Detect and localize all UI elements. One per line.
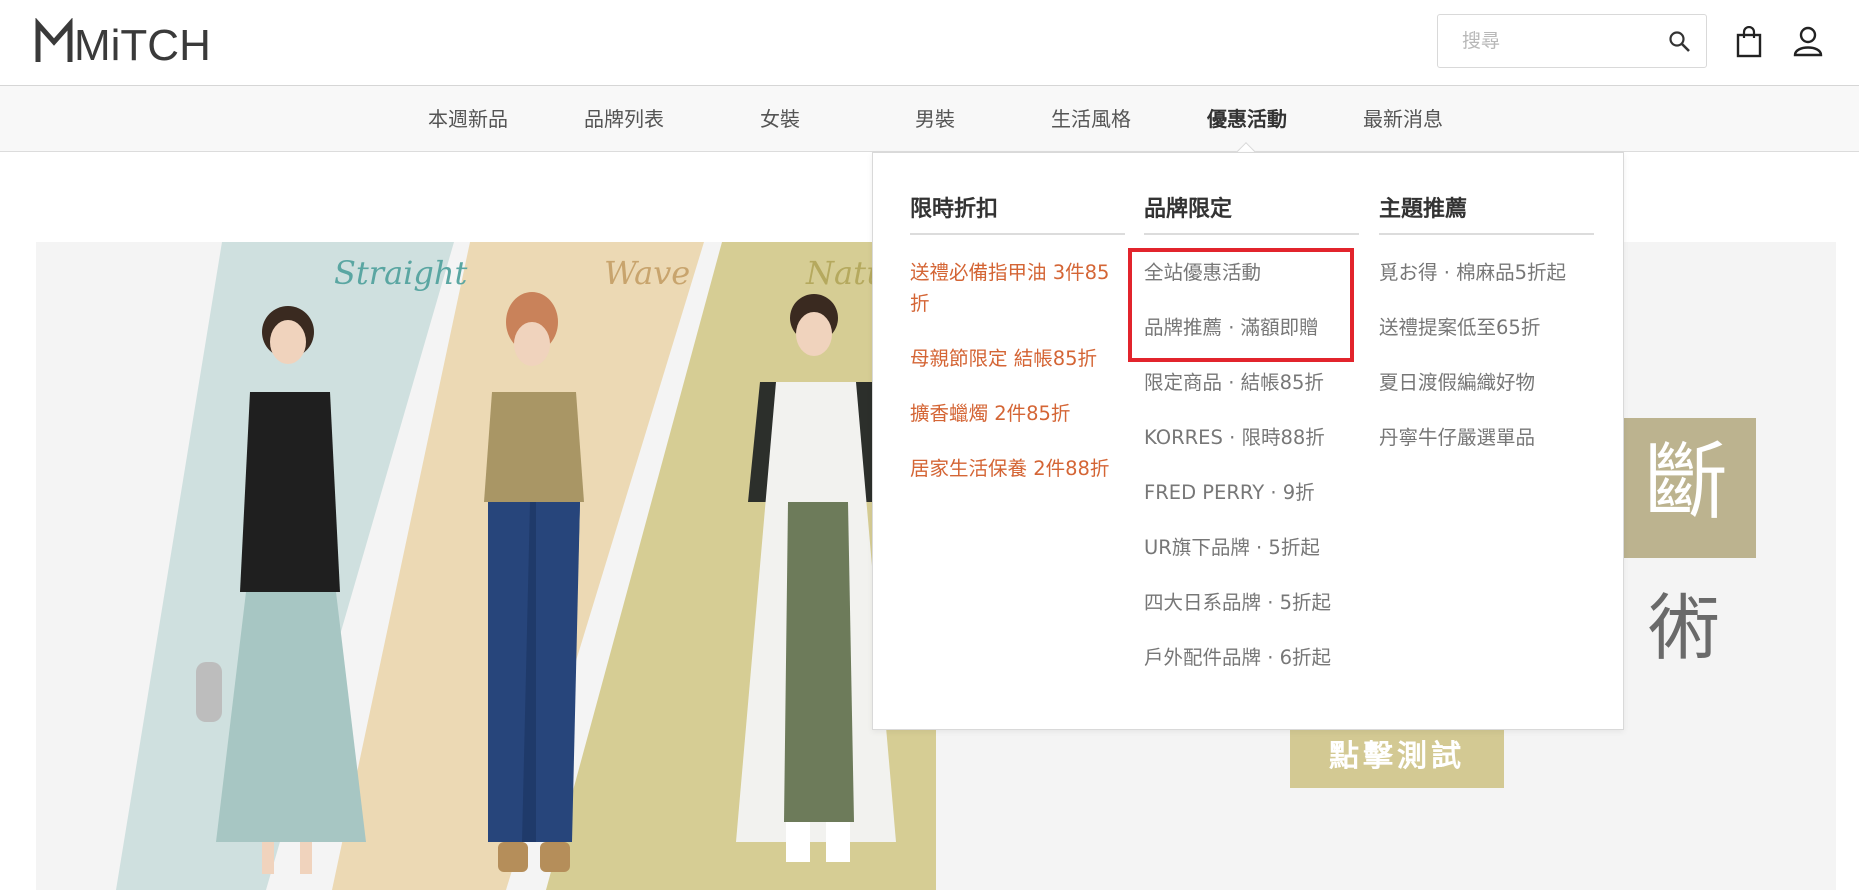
dropdown-column-themes: 主題推薦 覓お得 · 棉麻品5折起 送禮提案低至65折 夏日渡假編織好物 丹寧牛… (1379, 191, 1594, 477)
promo-link[interactable]: 夏日渡假編織好物 (1379, 367, 1594, 398)
dropdown-column-limited-discount: 限時折扣 送禮必備指甲油 3件85折 母親節限定 結帳85折 擴香蠟燭 2件85… (910, 191, 1125, 508)
shopping-bag-icon[interactable] (1736, 26, 1762, 58)
search-box[interactable] (1437, 14, 1707, 68)
nav-item-men[interactable]: 男裝 (875, 86, 995, 152)
promo-link[interactable]: UR旗下品牌 · 5折起 (1144, 532, 1359, 563)
style-label-straight: Straight (334, 254, 468, 292)
promo-link[interactable]: 送禮提案低至65折 (1379, 312, 1594, 343)
nav-item-news[interactable]: 最新消息 (1343, 86, 1463, 152)
banner-title-char: 斷 (1644, 433, 1729, 531)
mitch-logo[interactable]: MiTCH (34, 18, 219, 66)
promo-link[interactable]: 擴香蠟燭 2件85折 (910, 398, 1125, 429)
column-title: 品牌限定 (1144, 191, 1359, 235)
promo-link[interactable]: 母親節限定 結帳85折 (910, 343, 1125, 374)
banner-title-block: 斷 (1622, 418, 1756, 558)
user-account-icon[interactable] (1793, 25, 1823, 57)
site-header: MiTCH (0, 0, 1859, 86)
style-label-wave: Wave (604, 254, 691, 292)
banner-strips (116, 242, 936, 890)
promo-link[interactable]: 居家生活保養 2件88折 (910, 453, 1125, 484)
main-nav: 本週新品 品牌列表 女裝 男裝 生活風格 優惠活動 最新消息 (0, 86, 1859, 152)
banner-subtitle-char: 術 (1648, 586, 1721, 670)
promotions-dropdown: 限時折扣 送禮必備指甲油 3件85折 母親節限定 結帳85折 擴香蠟燭 2件85… (872, 152, 1624, 730)
search-input[interactable] (1462, 27, 1662, 55)
promo-link[interactable]: 覓お得 · 棉麻品5折起 (1379, 257, 1594, 288)
promo-link[interactable]: KORRES · 限時88折 (1144, 422, 1359, 453)
column-title: 限時折扣 (910, 191, 1125, 235)
search-icon[interactable] (1668, 30, 1692, 54)
logo-text: MiTCH (74, 21, 211, 66)
nav-item-new-this-week[interactable]: 本週新品 (408, 86, 528, 152)
click-test-button[interactable]: 點擊測試 (1290, 726, 1504, 788)
nav-item-promotions[interactable]: 優惠活動 (1187, 86, 1307, 152)
promo-link[interactable]: 戶外配件品牌 · 6折起 (1144, 642, 1359, 673)
promo-link[interactable]: 四大日系品牌 · 5折起 (1144, 587, 1359, 618)
promo-link[interactable]: FRED PERRY · 9折 (1144, 477, 1359, 508)
promo-link[interactable]: 丹寧牛仔嚴選單品 (1379, 422, 1594, 453)
nav-item-lifestyle[interactable]: 生活風格 (1031, 86, 1151, 152)
column-title: 主題推薦 (1379, 191, 1594, 235)
highlight-annotation-box (1128, 248, 1354, 362)
nav-item-brands[interactable]: 品牌列表 (564, 86, 684, 152)
promo-link[interactable]: 送禮必備指甲油 3件85折 (910, 257, 1125, 319)
promo-link[interactable]: 限定商品 · 結帳85折 (1144, 367, 1359, 398)
nav-item-women[interactable]: 女裝 (720, 86, 840, 152)
